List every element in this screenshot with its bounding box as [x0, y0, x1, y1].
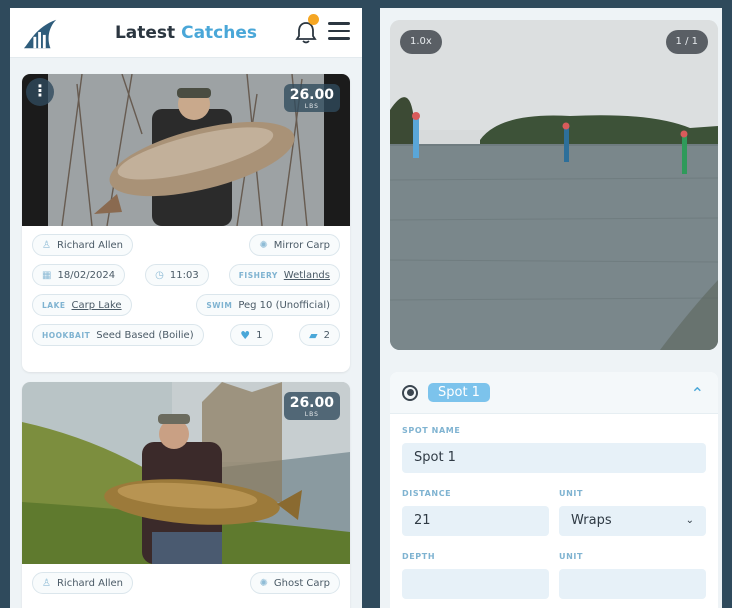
spot-name-label: SPOT NAME: [402, 426, 461, 435]
comments-count: 2: [323, 329, 330, 341]
date-chip: ▦ 18/02/2024: [32, 264, 126, 286]
weight-value: 26.00: [289, 395, 334, 411]
image-counter: 1 / 1: [665, 30, 708, 54]
lake-chip[interactable]: LAKE Carp Lake: [32, 294, 132, 316]
distance-unit-value: Wraps: [571, 513, 612, 528]
distance-unit-label: UNIT: [559, 489, 584, 498]
distance-unit-select[interactable]: Wraps ⌄: [559, 506, 706, 536]
catch-photo[interactable]: 26.00 LBS: [22, 382, 350, 564]
weight-badge: 26.00 LBS: [283, 392, 340, 420]
hookbait-label: HOOKBAIT: [42, 330, 91, 340]
weight-unit: LBS: [304, 103, 319, 110]
weight-value: 26.00: [289, 87, 334, 103]
title-main: Latest: [114, 22, 176, 43]
app-header: Latest Catches: [10, 8, 362, 58]
user-icon: ♙: [42, 577, 51, 589]
angler-chip[interactable]: ♙ Richard Allen: [32, 572, 134, 594]
time-chip: ◷ 11:03: [145, 264, 209, 286]
distance-label: DISTANCE: [402, 489, 452, 498]
calendar-icon: ▦: [42, 269, 52, 281]
fish-icon: ✺: [259, 239, 268, 251]
depth-input[interactable]: [402, 569, 549, 599]
species-chip: ✺ Mirror Carp: [249, 234, 340, 256]
catches-screen: Latest Catches ⋮ 26.00 LBS ♙ Richard All…: [10, 8, 362, 608]
spot-radio-button[interactable]: [402, 384, 418, 401]
angler-name: Richard Allen: [56, 239, 124, 251]
fishery-chip[interactable]: FISHERY Wetlands: [228, 264, 340, 286]
depth-unit-label: UNIT: [559, 552, 584, 561]
heart-icon: ♥: [240, 328, 251, 342]
lake-photo-image: [390, 20, 718, 350]
catch-card[interactable]: 26.00 LBS ♙ Richard Allen ✺ Ghost Carp: [22, 382, 350, 608]
catch-details: ♙ Richard Allen ✺ Ghost Carp: [22, 564, 350, 594]
more-options-icon[interactable]: ⋮: [26, 78, 54, 106]
spot-accordion: Spot 1 ⌃ SPOT NAME Spot 1 DISTANCE 21 UN…: [390, 372, 718, 608]
fish-icon: ✺: [259, 577, 268, 589]
title-accent: Catches: [181, 22, 258, 43]
hookbait-value: Seed Based (Boilie): [96, 329, 194, 341]
likes-count: 1: [256, 329, 263, 341]
zoom-indicator: 1.0x: [400, 30, 442, 54]
app-logo-icon[interactable]: [22, 14, 60, 52]
catch-date: 18/02/2024: [57, 269, 116, 281]
comment-icon: ▰: [309, 328, 318, 342]
catch-photo[interactable]: ⋮ 26.00 LBS: [22, 74, 350, 226]
fishery-label: FISHERY: [238, 270, 278, 280]
lake-label: LAKE: [42, 300, 66, 310]
lake-link[interactable]: Carp Lake: [72, 300, 122, 311]
swim-chip: SWIM Peg 10 (Unofficial): [196, 294, 340, 316]
chevron-up-icon[interactable]: ⌃: [691, 384, 704, 403]
comments-button[interactable]: ▰ 2: [299, 324, 340, 346]
swim-label: SWIM: [206, 300, 233, 310]
catch-details: ♙ Richard Allen ✺ Mirror Carp ▦ 18/02/2024 …: [22, 226, 350, 346]
species-chip: ✺ Ghost Carp: [249, 572, 340, 594]
spot-accordion-header[interactable]: Spot 1 ⌃: [390, 372, 718, 414]
catch-time: 11:03: [169, 269, 199, 281]
user-icon: ♙: [42, 239, 51, 251]
clock-icon: ◷: [155, 269, 164, 281]
swim-value: Peg 10 (Unofficial): [238, 299, 330, 311]
spot-screen: 1.0x 1 / 1 Spot 1 ⌃ SPOT NAME Spot 1 DIS…: [380, 8, 722, 608]
fishery-link[interactable]: Wetlands: [284, 270, 330, 281]
hookbait-chip: HOOKBAIT Seed Based (Boilie): [32, 324, 204, 346]
weight-unit: LBS: [304, 411, 319, 418]
angler-chip[interactable]: ♙ Richard Allen: [32, 234, 134, 256]
notification-badge: [308, 14, 319, 25]
hamburger-menu-icon[interactable]: [328, 22, 350, 40]
photo-viewer[interactable]: 1.0x 1 / 1: [390, 20, 718, 350]
likes-button[interactable]: ♥ 1: [230, 324, 273, 346]
chevron-down-icon: ⌄: [685, 515, 694, 526]
spot-form: SPOT NAME Spot 1 DISTANCE 21 UNIT Wraps …: [390, 414, 718, 599]
angler-name: Richard Allen: [56, 577, 124, 589]
spot-title-badge: Spot 1: [428, 383, 490, 402]
catch-card[interactable]: ⋮ 26.00 LBS ♙ Richard Allen ✺ Mirror Carp …: [22, 74, 350, 372]
weight-badge: 26.00 LBS: [283, 84, 340, 112]
depth-unit-select[interactable]: [559, 569, 706, 599]
spot-name-input[interactable]: Spot 1: [402, 443, 706, 473]
depth-label: DEPTH: [402, 552, 436, 561]
species-name: Mirror Carp: [273, 239, 330, 251]
distance-input[interactable]: 21: [402, 506, 549, 536]
species-name: Ghost Carp: [273, 577, 330, 589]
